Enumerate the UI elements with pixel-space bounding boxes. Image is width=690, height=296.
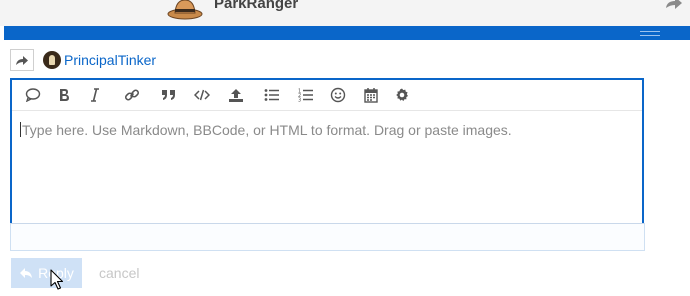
share-icon[interactable] [664,0,684,10]
italic-icon[interactable] [80,83,110,107]
bulleted-list-icon[interactable] [252,83,292,107]
composer-editor: 123 Type here. Use Markdown, BBCode, or … [10,78,644,227]
code-icon[interactable] [184,83,220,107]
reply-to-row: PrincipalTinker [10,47,156,73]
mouse-pointer-icon [50,269,64,290]
reply-arrow-icon [16,56,28,65]
textarea-placeholder: Type here. Use Markdown, BBCode, or HTML… [22,122,512,138]
avatar[interactable] [43,51,61,69]
blockquote-icon[interactable] [154,83,184,107]
numbered-list-icon[interactable]: 123 [292,83,320,107]
composer-grippie-bar[interactable] [4,26,690,40]
emoji-icon[interactable] [320,83,356,107]
calendar-icon[interactable] [356,83,386,107]
reply-to-username[interactable]: PrincipalTinker [64,52,156,68]
reply-textarea[interactable]: Type here. Use Markdown, BBCode, or HTML… [12,111,642,227]
editor-toolbar: 123 [12,80,642,111]
link-icon[interactable] [110,83,154,107]
speech-bubble-icon[interactable] [18,83,48,107]
bold-icon[interactable] [48,83,80,107]
svg-text:3: 3 [298,98,301,103]
top-header: ParkRanger [0,0,690,26]
ranger-hat-avatar[interactable] [166,0,204,22]
reply-arrow-icon [20,268,33,278]
cancel-link[interactable]: cancel [99,265,139,281]
reply-button[interactable]: Reply [11,258,82,288]
text-caret [20,122,21,137]
gear-icon[interactable] [386,83,418,107]
upload-icon[interactable] [220,83,252,107]
reply-to-action-button[interactable] [10,49,34,71]
resize-grip-icon[interactable] [640,31,660,36]
current-user-name[interactable]: ParkRanger [214,0,298,12]
preview-panel-edge [10,223,645,251]
